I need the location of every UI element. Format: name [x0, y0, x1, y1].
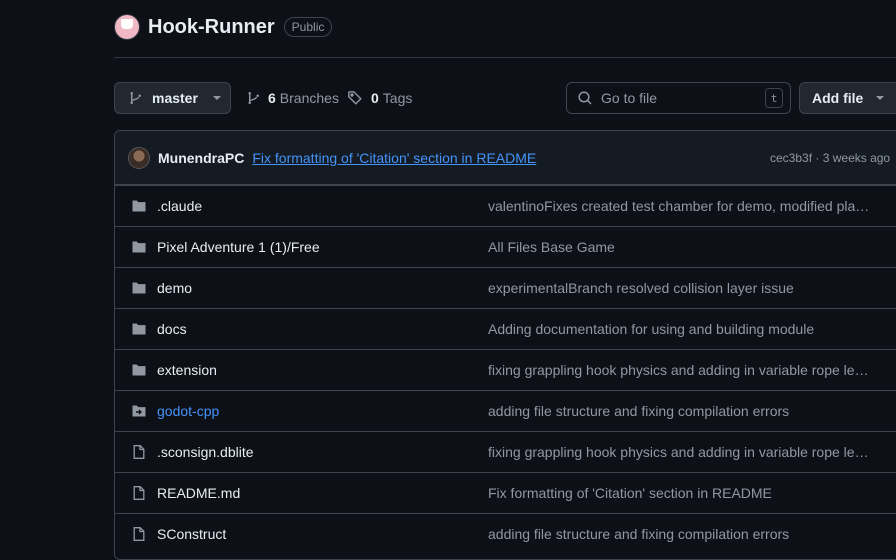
branch-select-button[interactable]: master — [114, 82, 231, 114]
file-name[interactable]: Pixel Adventure 1 (1)/Free — [157, 239, 320, 255]
branch-icon — [248, 92, 259, 104]
shortcut-key: t — [765, 88, 783, 108]
file-name[interactable]: .sconsign.dblite — [157, 444, 254, 460]
folder-icon — [132, 282, 146, 294]
file-commit-message[interactable]: valentinoFixes created test chamber for … — [488, 198, 873, 214]
file-row[interactable]: Pixel Adventure 1 (1)/Free All Files Bas… — [115, 226, 896, 267]
commit-separator: · — [815, 150, 820, 165]
repo-name[interactable]: Hook-Runner — [148, 16, 275, 39]
add-file-button[interactable]: Add file — [799, 82, 896, 114]
file-row[interactable]: demo experimentalBranch resolved collisi… — [115, 267, 896, 308]
file-commit-message[interactable]: experimentalBranch resolved collision la… — [488, 280, 873, 296]
repo-header: Hook-Runner Public — [114, 12, 333, 42]
file-commit-message[interactable]: Fix formatting of 'Citation' section in … — [488, 485, 873, 501]
file-name[interactable]: README.md — [157, 485, 240, 501]
tag-icon — [348, 91, 362, 105]
go-to-file-placeholder: Go to file — [601, 90, 658, 106]
file-icon — [133, 486, 145, 500]
commit-message-link[interactable]: Fix formatting of 'Citation' section in … — [252, 150, 536, 166]
file-name[interactable]: SConstruct — [157, 526, 226, 542]
tags-link[interactable]: 0 Tags — [347, 82, 412, 114]
file-commit-message[interactable]: adding file structure and fixing compila… — [488, 526, 873, 542]
author-avatar[interactable] — [128, 146, 150, 169]
file-commit-message[interactable]: fixing grappling hook physics and adding… — [488, 362, 873, 378]
file-row[interactable]: docs Adding documentation for using and … — [115, 308, 896, 349]
visibility-badge: Public — [283, 17, 333, 37]
submodule-folder-icon — [132, 405, 146, 417]
add-file-label: Add file — [812, 90, 864, 106]
branches-link[interactable]: 6 Branches — [246, 82, 339, 114]
file-commit-message[interactable]: adding file structure and fixing compila… — [488, 403, 873, 419]
commit-hash[interactable]: cec3b3f — [770, 151, 812, 165]
commit-author[interactable]: MunendraPC — [158, 150, 244, 166]
commit-age: 3 weeks ago — [822, 150, 891, 165]
file-commit-message[interactable]: Adding documentation for using and build… — [488, 321, 873, 337]
tags-count: 0 — [371, 90, 379, 106]
file-name[interactable]: demo — [157, 280, 192, 296]
file-row[interactable]: .claude valentinoFixes created test cham… — [115, 185, 896, 226]
file-name[interactable]: docs — [157, 321, 187, 337]
file-icon — [133, 527, 145, 541]
chevron-down-icon — [876, 96, 885, 100]
file-row[interactable]: extension fixing grappling hook physics … — [115, 349, 896, 390]
file-row[interactable]: README.md Fix formatting of 'Citation' s… — [115, 472, 896, 513]
file-row[interactable]: .sconsign.dblite fixing grappling hook p… — [115, 431, 896, 472]
tags-label: Tags — [382, 90, 413, 106]
file-name[interactable]: .claude — [157, 198, 202, 214]
file-name[interactable]: godot-cpp — [157, 403, 219, 419]
chevron-down-icon — [212, 96, 221, 100]
file-icon — [133, 445, 145, 459]
file-row[interactable]: SConstruct adding file structure and fix… — [115, 513, 896, 554]
folder-icon — [132, 364, 146, 376]
file-commit-message[interactable]: fixing grappling hook physics and adding… — [488, 444, 873, 460]
go-to-file-input[interactable]: Go to file t — [566, 82, 791, 114]
branches-count: 6 — [268, 90, 276, 106]
branch-name: master — [152, 90, 198, 106]
file-row[interactable]: godot-cpp adding file structure and fixi… — [115, 390, 896, 431]
folder-icon — [132, 200, 146, 212]
search-icon — [578, 91, 592, 105]
owner-avatar[interactable] — [114, 14, 140, 40]
file-commit-message[interactable]: All Files Base Game — [488, 239, 873, 255]
folder-icon — [132, 323, 146, 335]
latest-commit-bar: MunendraPC Fix formatting of 'Citation' … — [115, 131, 896, 185]
commit-meta: cec3b3f · 3 weeks ago — [770, 151, 890, 165]
folder-icon — [132, 241, 146, 253]
file-name[interactable]: extension — [157, 362, 217, 378]
header-divider — [114, 57, 896, 58]
branch-icon — [130, 92, 141, 104]
file-list: MunendraPC Fix formatting of 'Citation' … — [114, 130, 896, 560]
branches-label: Branches — [279, 90, 339, 106]
